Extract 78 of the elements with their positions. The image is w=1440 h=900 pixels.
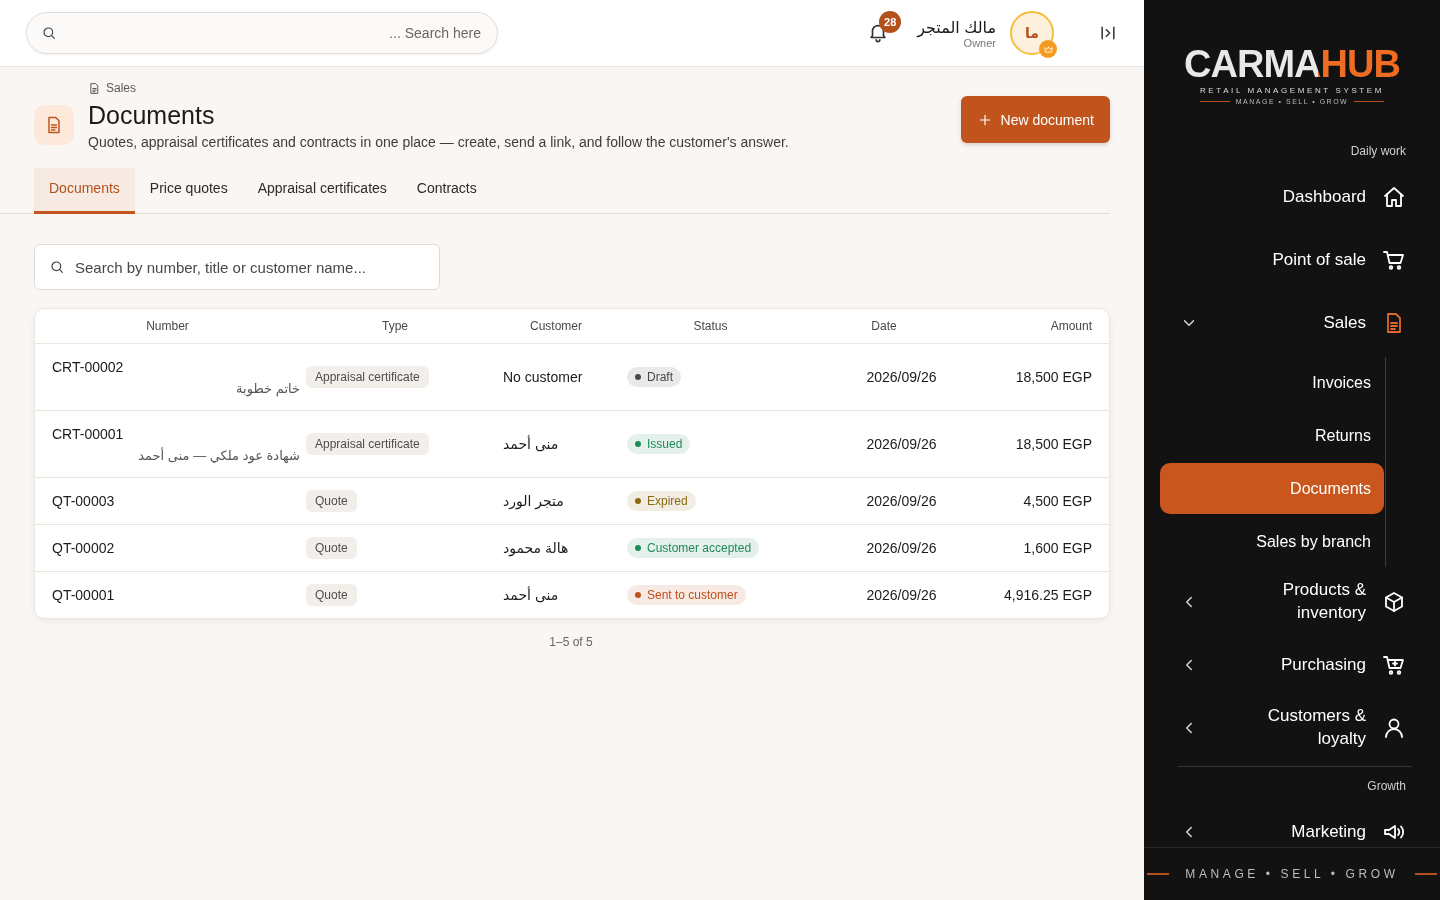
column-header: Status [692, 319, 729, 333]
page-title: Documents [88, 101, 216, 130]
nav-subitem[interactable]: Returns [1160, 410, 1384, 461]
search-field[interactable]: Search by number, title or customer name... [75, 245, 425, 289]
document-number: QT-00003 [52, 493, 116, 509]
column-header: Customer [529, 319, 583, 333]
date-cell-text: 2026/09/26 [865, 436, 938, 452]
nav-subitem[interactable]: Sales by branch [1160, 516, 1384, 567]
search-icon [41, 25, 57, 41]
type-tag: Quote [306, 490, 357, 512]
customer-name: منى أحمد [502, 587, 560, 603]
search-field[interactable]: ... Search here [26, 12, 498, 54]
nav-item[interactable]: Point of sale [1160, 235, 1406, 285]
nav-item[interactable]: Marketing [1160, 807, 1406, 847]
column-header: Type [381, 319, 409, 333]
date-cell-text: 2026/09/26 [865, 369, 938, 385]
type-tag: Appraisal certificate [306, 433, 429, 455]
date-cell-text: 2026/09/26 [865, 540, 938, 556]
document-number: QT-00001 [52, 587, 116, 603]
column-header: Date [870, 319, 898, 333]
tab[interactable]: Price quotes [134, 168, 243, 214]
search-field[interactable]: Search by number, title or customer name... [34, 244, 440, 290]
tab[interactable]: Documents [34, 168, 135, 214]
search-field[interactable]: ... Search here [67, 13, 481, 53]
column-header: Number [145, 319, 190, 333]
logo-tagline: RETAIL MANAGEMENT SYSTEM [1199, 86, 1385, 95]
tab[interactable]: Contracts [401, 168, 492, 214]
nav-item[interactable]: Products & inventory [1160, 577, 1406, 627]
nav-item[interactable]: Sales [1160, 298, 1406, 348]
customer-name: No customer [502, 369, 584, 385]
date-cell-text: 2026/09/26 [865, 493, 938, 509]
user-role: Owner [963, 36, 996, 49]
status-label: Customer accepted [647, 541, 752, 555]
amount-cell-text: 18,500 EGP [1014, 369, 1093, 385]
home-icon [1382, 185, 1406, 209]
search-icon [49, 259, 65, 275]
status-label: Sent to customer [647, 588, 738, 602]
new-document-button[interactable]: New document [960, 96, 1110, 143]
status-label: Expired [647, 494, 688, 508]
document-number: QT-00002 [52, 540, 116, 556]
section-label: Growth [1366, 779, 1406, 793]
section-label: Daily work [1349, 144, 1406, 158]
customer-name: هالة محمود [502, 540, 570, 556]
document-title: شهادة عود ملكي — منى أحمد [138, 447, 300, 463]
nav-item[interactable]: Purchasing [1160, 640, 1406, 690]
document-number: CRT-00002 [52, 358, 125, 375]
type-tag: Appraisal certificate [306, 366, 429, 388]
avatar-initials: ما [1025, 25, 1039, 41]
document-number: CRT-00001 [52, 425, 125, 442]
nav-subitem[interactable]: Invoices [1160, 357, 1384, 408]
customer-name: متجر الورد [502, 493, 565, 509]
user-name: مالك المتجر [917, 17, 996, 37]
cart-plus-icon [1382, 653, 1406, 677]
cart-icon [1382, 248, 1406, 272]
customer-name: منى أحمد [502, 436, 560, 452]
amount-cell-text: 4,916.25 EGP [1003, 587, 1093, 603]
breadcrumb-link[interactable]: Sales [106, 81, 137, 95]
tab[interactable]: Appraisal certificates [242, 168, 402, 214]
nav-item[interactable]: Customers & loyalty [1160, 703, 1406, 753]
amount-cell-text: 1,600 EGP [1022, 540, 1093, 556]
box-icon [1382, 590, 1406, 614]
type-tag: Quote [306, 584, 357, 606]
page-subtitle: Quotes, appraisal certificates and contracts in one place — create, send a link, and follow the customer's answer. [88, 134, 790, 150]
footer-motto: MANAGE • SELL • GROW [1185, 867, 1399, 881]
nav-item[interactable]: Dashboard [1160, 172, 1406, 222]
type-tag: Quote [306, 537, 357, 559]
document-icon [88, 81, 101, 95]
amount-cell-text: 4,500 EGP [1022, 493, 1093, 509]
amount-cell-text: 18,500 EGP [1014, 436, 1093, 452]
status-label: Issued [647, 437, 683, 451]
document-title: خاتم خطوبة [236, 380, 300, 396]
date-cell-text: 2026/09/26 [865, 587, 938, 603]
pagination-info: 1–5 of 5 [548, 635, 594, 649]
nav-subitem[interactable]: Documents [1160, 463, 1384, 514]
status-label: Draft [647, 370, 673, 384]
user-icon [1382, 716, 1406, 740]
notification-badge: 28 [879, 11, 902, 33]
column-header: Amount [1049, 319, 1093, 333]
